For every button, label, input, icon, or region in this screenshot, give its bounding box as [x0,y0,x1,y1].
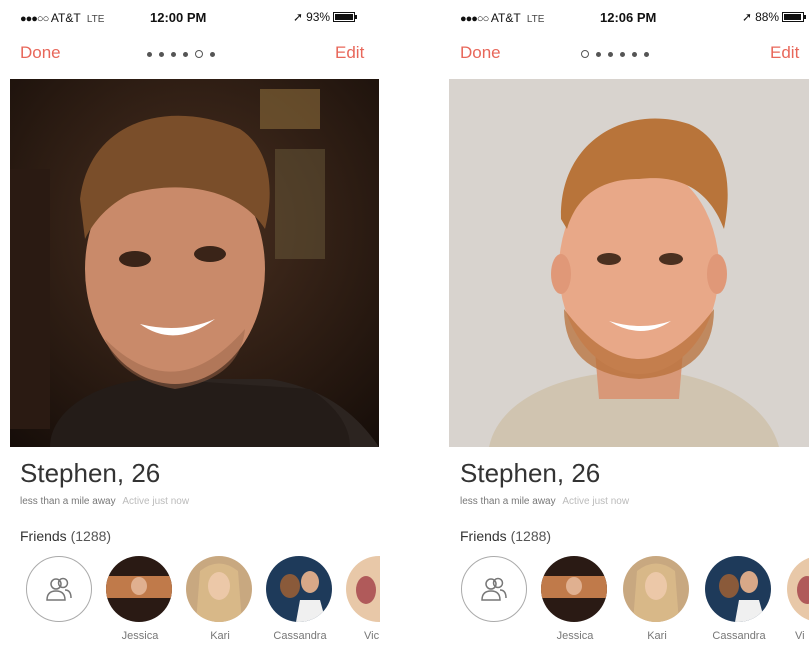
network-label: LTE [86,14,105,25]
friend-name: Jessica [556,630,594,642]
pager-dot-active[interactable] [195,50,203,58]
distance-label: less than a mile away [20,496,116,507]
distance-label: less than a mile away [460,496,556,507]
carrier-label: AT&T [50,11,81,25]
friend-name: Cassandra [712,630,766,642]
friend-item[interactable]: Vic [346,556,380,642]
battery-percent: 93% [306,10,331,24]
pager-dot[interactable] [210,51,215,57]
battery-percent: 88% [755,10,780,24]
friend-avatar [623,556,689,622]
friend-item[interactable]: Jessica [541,556,609,642]
battery-icon [333,12,358,22]
profile-name: Stephen, 26 [20,458,161,488]
friends-label: Friends [460,528,507,544]
done-button[interactable]: Done [20,43,61,63]
profile-photo-image [10,79,379,447]
friends-group-button[interactable] [461,556,529,622]
carrier-label: AT&T [490,11,521,25]
pager-dot[interactable] [147,51,152,57]
friend-name: Jessica [121,630,159,642]
friend-item[interactable]: Cassandra [266,556,334,642]
friends-row: Jessica Kari Cassandra [26,556,380,646]
location-arrow-icon: ➚ [293,10,304,24]
edit-button[interactable]: Edit [770,43,799,63]
friend-name: Kari [647,630,667,642]
battery-icon [782,12,807,22]
friend-avatar [787,556,809,622]
pager-dot[interactable] [159,51,164,57]
signal-dots-icon: ●●●○○ [460,13,489,25]
profile-photo[interactable] [10,79,379,447]
friends-title: Friends (1288) [460,528,551,544]
pager-dot[interactable] [596,51,601,57]
friend-avatar [541,556,607,622]
location-arrow-icon: ➚ [742,10,753,24]
friend-avatar [106,556,172,622]
friend-avatar [346,556,380,622]
photo-pager[interactable] [581,50,649,58]
photo-pager[interactable] [147,50,215,58]
friend-name: Vic [364,630,380,642]
status-time: 12:06 PM [600,10,657,25]
network-label: LTE [526,14,545,25]
status-bar: ●●●○○ AT&T LTE 12:06 PM ➚ 88% [440,0,809,36]
friend-name: Vi [795,630,805,642]
pager-dot[interactable] [632,51,637,57]
nav-bar: Done Edit [440,38,809,70]
friend-item[interactable]: Vi [787,556,809,642]
profile-meta: less than a mile away Active just now [460,496,629,507]
friends-group-icon [46,577,72,601]
friends-group-icon [481,577,507,601]
friend-name: Cassandra [273,630,327,642]
pager-dot[interactable] [183,51,188,57]
friends-title: Friends (1288) [20,528,111,544]
activity-label: Active just now [122,496,190,507]
friend-avatar [266,556,332,622]
friend-avatar [186,556,252,622]
profile-name: Stephen, 26 [460,458,601,488]
signal-dots-icon: ●●●○○ [20,13,49,25]
profile-screen-left: ●●●○○ AT&T LTE 12:00 PM ➚ 93% Done Edit [0,0,380,646]
pager-dot[interactable] [644,51,649,57]
nav-bar: Done Edit [0,38,380,70]
friend-item[interactable]: Jessica [106,556,174,642]
friend-item[interactable]: Kari [623,556,691,642]
friends-count: (1288) [510,528,552,544]
friends-group-button[interactable] [26,556,94,622]
done-button[interactable]: Done [460,43,501,63]
profile-screen-right: ●●●○○ AT&T LTE 12:06 PM ➚ 88% Done Edit [440,0,809,646]
friend-avatar [705,556,771,622]
pager-dot[interactable] [608,51,613,57]
friends-label: Friends [20,528,67,544]
profile-meta: less than a mile away Active just now [20,496,189,507]
friend-name: Kari [210,630,230,642]
edit-button[interactable]: Edit [335,43,364,63]
pager-dot-active[interactable] [581,50,589,58]
status-bar: ●●●○○ AT&T LTE 12:00 PM ➚ 93% [0,0,380,36]
profile-photo[interactable] [449,79,809,447]
friends-row: Jessica Kari Cassandra [461,556,809,646]
activity-label: Active just now [562,496,630,507]
profile-photo-image [449,79,809,447]
friend-item[interactable]: Cassandra [705,556,773,642]
friends-count: (1288) [70,528,112,544]
pager-dot[interactable] [620,51,625,57]
pager-dot[interactable] [171,51,176,57]
friend-item[interactable]: Kari [186,556,254,642]
status-time: 12:00 PM [150,10,207,25]
